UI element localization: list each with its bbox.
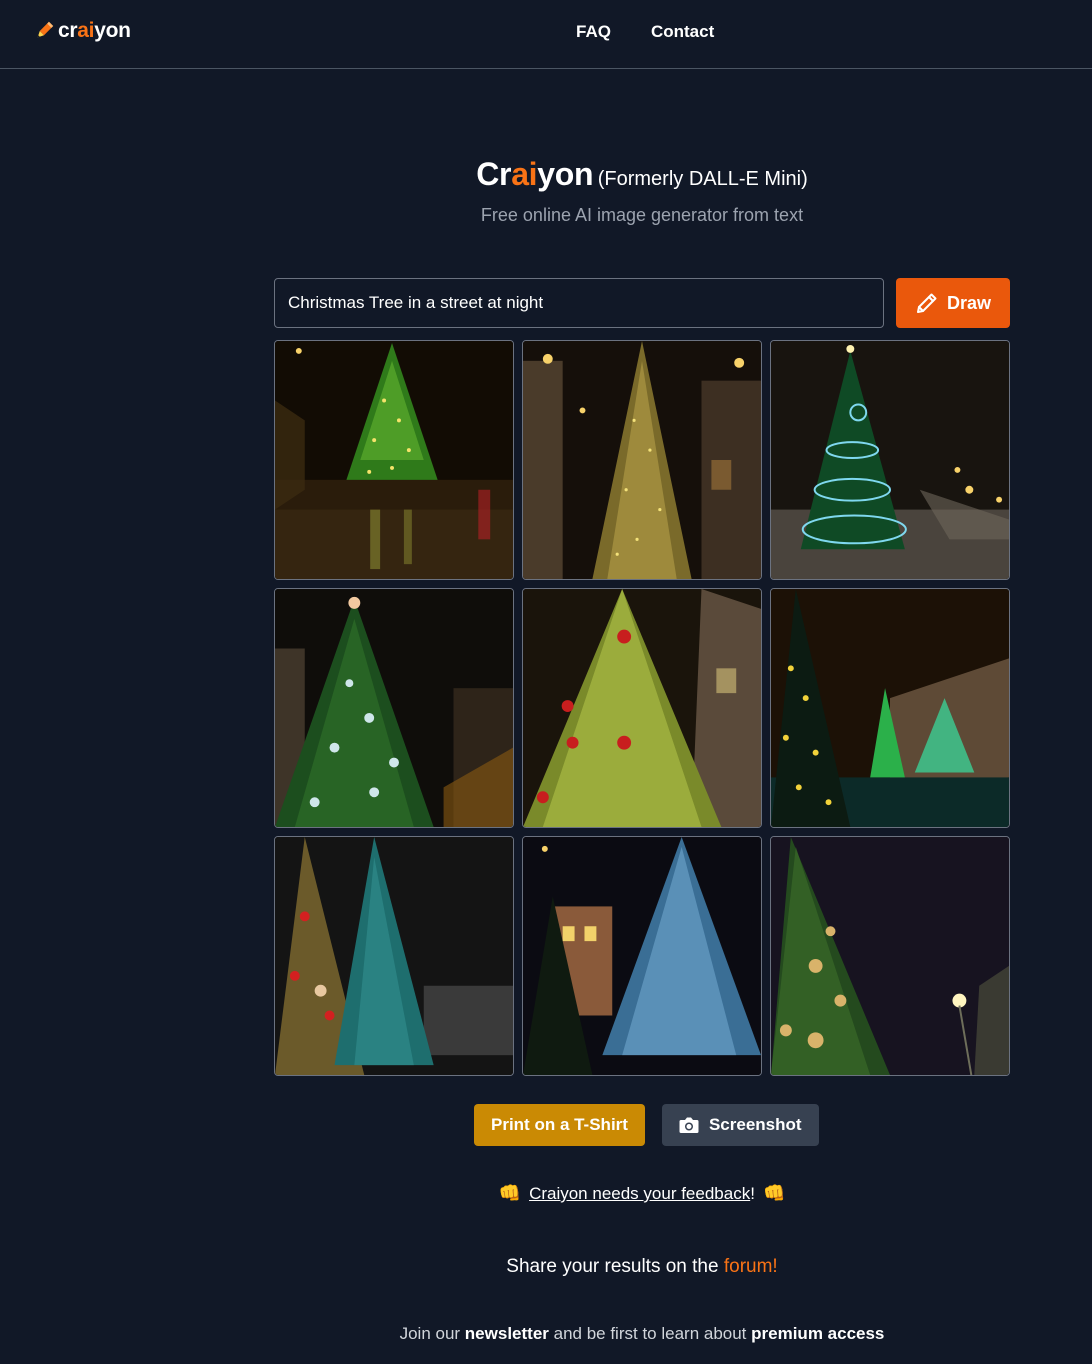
brand-name: Craiyon <box>476 156 594 192</box>
result-image[interactable] <box>770 836 1010 1076</box>
premium-access-link[interactable]: premium access <box>751 1324 884 1343</box>
result-image[interactable] <box>274 836 514 1076</box>
results-grid <box>274 340 1010 1076</box>
result-image[interactable] <box>770 588 1010 828</box>
screenshot-button[interactable]: Screenshot <box>661 1104 819 1146</box>
result-image[interactable] <box>274 340 514 580</box>
feedback-line: 👊 Craiyon needs your feedback! 👊 <box>498 1183 786 1203</box>
christmas-tree-image-3 <box>771 341 1009 579</box>
prompt-input[interactable] <box>274 278 884 328</box>
fist-bump-icon: 👊 <box>498 1183 522 1203</box>
print-tshirt-button[interactable]: Print on a T-Shirt <box>474 1104 645 1146</box>
page-subtitle: Free online AI image generator from text <box>480 205 804 225</box>
nav-contact-link[interactable]: Contact <box>651 22 714 42</box>
christmas-tree-image-8 <box>523 837 761 1075</box>
feedback-link[interactable]: Craiyon needs your feedback <box>529 1184 750 1203</box>
result-image[interactable] <box>522 588 762 828</box>
forum-line: Share your results on the forum! <box>506 1256 778 1277</box>
result-image[interactable] <box>522 836 762 1076</box>
draw-button-label: Draw <box>946 292 991 313</box>
result-image[interactable] <box>274 588 514 828</box>
pencil-icon <box>916 293 937 313</box>
result-image[interactable] <box>770 340 1010 580</box>
christmas-tree-image-2 <box>523 341 761 579</box>
screenshot-button-label: Screenshot <box>708 1115 802 1134</box>
christmas-tree-image-1 <box>275 341 513 579</box>
nav-faq-link[interactable]: FAQ <box>576 22 611 42</box>
draw-button[interactable]: Draw <box>896 278 1010 328</box>
action-buttons: Print on a T-Shirt Screenshot <box>474 1104 819 1146</box>
fist-bump-icon: 👊 <box>762 1183 786 1203</box>
newsletter-line: Join our newsletter and be first to lear… <box>399 1324 885 1343</box>
main-nav: FAQ Contact <box>576 22 714 42</box>
result-image[interactable] <box>522 340 762 580</box>
page-title: Craiyon (Formerly DALL-E Mini) <box>0 156 1092 193</box>
craiyon-logo[interactable]: craiyon <box>34 18 131 44</box>
christmas-tree-image-4 <box>275 589 513 827</box>
christmas-tree-image-7 <box>275 837 513 1075</box>
christmas-tree-image-5 <box>523 589 761 827</box>
camera-icon <box>679 1117 699 1133</box>
formerly-label: (Formerly DALL-E Mini) <box>597 168 808 190</box>
christmas-tree-image-9 <box>771 837 1009 1075</box>
christmas-tree-image-6 <box>771 589 1009 827</box>
pencil-icon <box>37 21 54 38</box>
forum-link[interactable]: forum! <box>724 1256 778 1277</box>
logo-text: craiyon <box>58 19 131 42</box>
newsletter-link[interactable]: newsletter <box>465 1324 549 1343</box>
top-bar: craiyon FAQ Contact <box>0 0 1092 69</box>
